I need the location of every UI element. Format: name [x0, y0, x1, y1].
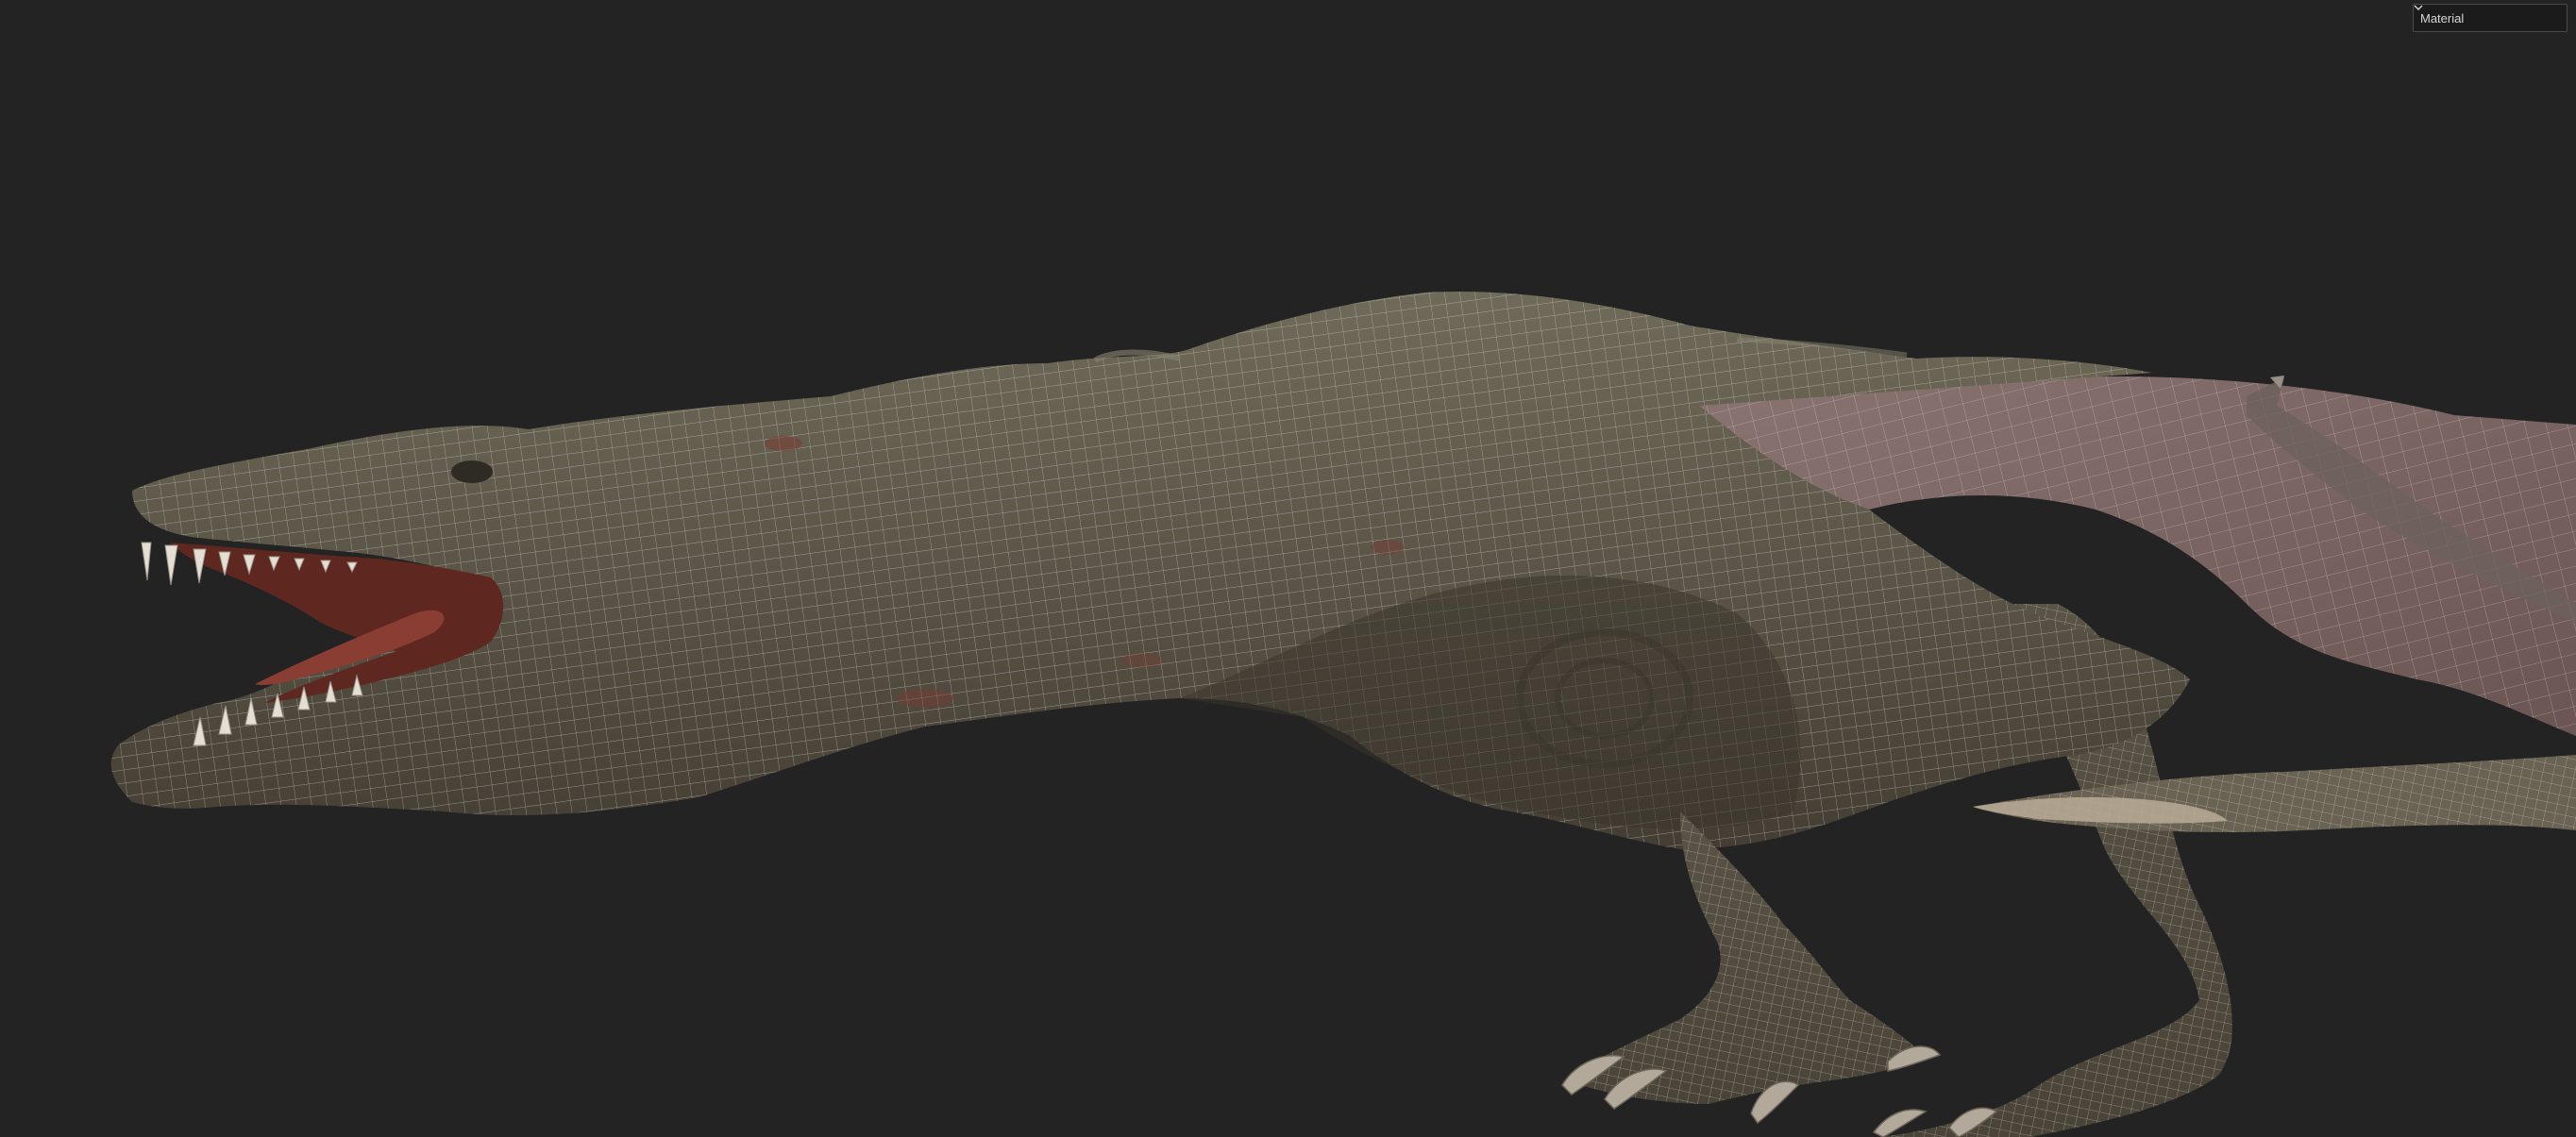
tail	[1973, 755, 2576, 832]
shading-mode-dropdown[interactable]: Material	[2413, 4, 2568, 32]
dragon-model[interactable]	[0, 0, 2576, 1137]
shading-mode-label: Material	[2420, 10, 2465, 25]
chevron-down-icon	[2414, 5, 2559, 24]
3d-viewport[interactable]: Material	[0, 0, 2576, 1137]
front-leg	[1561, 811, 1942, 1125]
